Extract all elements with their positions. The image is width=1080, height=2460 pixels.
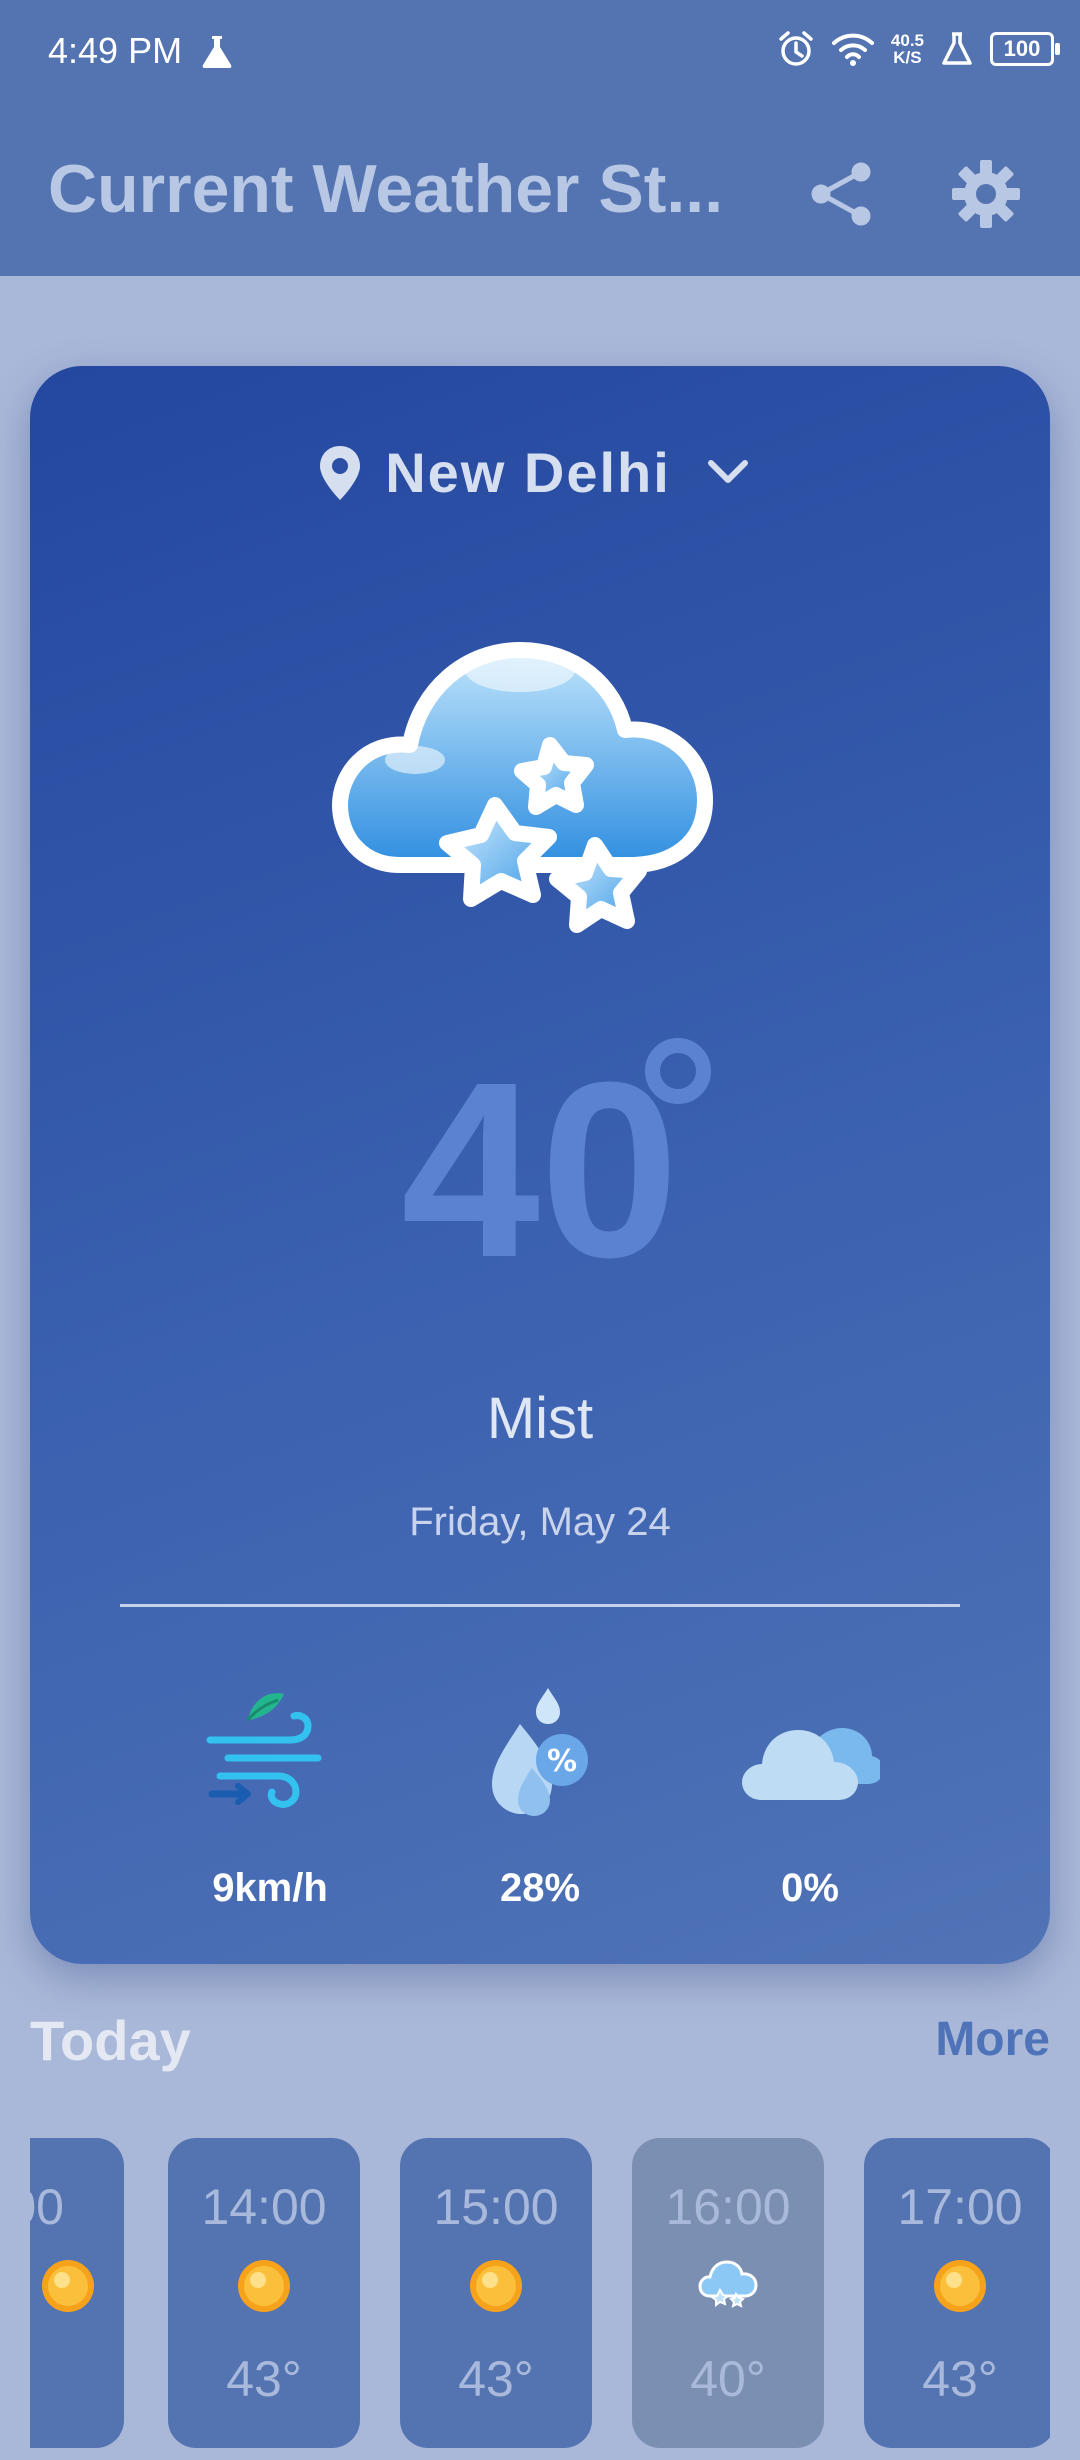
wifi-icon: [831, 33, 874, 66]
snow-cloud-icon: [332, 642, 713, 933]
today-heading: Today: [30, 2009, 191, 2072]
hour-temp: 43°: [458, 2351, 534, 2407]
divider: [120, 1604, 960, 1607]
hour-card[interactable]: 14:00 43°: [168, 2138, 360, 2448]
wind-speed: 9km/h: [212, 1866, 328, 1910]
wind-icon: [206, 1693, 322, 1808]
settings-button[interactable]: [948, 156, 1024, 232]
sun-icon: [470, 2260, 522, 2312]
lab-flask-icon: [202, 36, 232, 68]
hour-card[interactable]: :00 2°: [30, 2138, 124, 2448]
current-date: Friday, May 24: [409, 1500, 671, 1544]
page-title: Current Weather St...: [48, 151, 724, 227]
gear-icon: [952, 160, 1020, 228]
sun-icon: [42, 2260, 94, 2312]
more-link[interactable]: More: [935, 2012, 1050, 2067]
hour-time: 14:00: [201, 2179, 327, 2235]
speed-value: 40.5: [890, 31, 924, 50]
hour-card[interactable]: 17:00 43°: [864, 2138, 1050, 2448]
cloud-icon: [742, 1728, 880, 1800]
hour-time: 16:00: [665, 2179, 791, 2235]
hour-time: 17:00: [897, 2179, 1023, 2235]
hour-time: :00: [30, 2179, 64, 2235]
sun-icon: [238, 2260, 290, 2312]
hour-temp: 43°: [226, 2351, 302, 2407]
battery-indicator: 100: [990, 32, 1060, 66]
hourly-forecast-list[interactable]: :00 2° 14:00 43° 15:00 43° 16:00 40° 17:…: [30, 2138, 1050, 2460]
app-bar: 4:49 PM 40.5 K/S 100 Current Weather St.…: [0, 0, 1080, 276]
svg-text:%: %: [547, 1744, 577, 1779]
sun-icon: [934, 2260, 986, 2312]
degree-symbol: [645, 1038, 711, 1104]
humidity-icon: %: [492, 1688, 588, 1816]
hour-card[interactable]: 15:00 43°: [400, 2138, 592, 2448]
hour-temp: 2°: [30, 2350, 124, 2408]
location-name: New Delhi: [385, 441, 671, 504]
hour-temp: 43°: [922, 2351, 998, 2407]
snow-cloud-icon: [698, 2260, 758, 2308]
location-pin-icon: [320, 445, 361, 500]
hour-temp: 40°: [690, 2351, 766, 2407]
status-icons: 40.5 K/S 100: [777, 30, 1060, 68]
hour-card-selected[interactable]: 16:00 40°: [632, 2138, 824, 2448]
network-speed: 40.5 K/S: [891, 32, 924, 66]
alarm-icon: [779, 31, 813, 66]
speed-unit: K/S: [893, 48, 922, 67]
current-temperature: 40: [400, 1030, 680, 1309]
chevron-down-icon: [707, 459, 748, 483]
lab-triangle-icon: [942, 32, 972, 65]
status-time: 4:49 PM: [48, 30, 183, 71]
share-icon: [811, 162, 871, 226]
cloudiness-value: 0%: [781, 1866, 839, 1910]
location-selector[interactable]: New Delhi: [0, 440, 1080, 505]
hour-time: 15:00: [433, 2179, 559, 2235]
share-button[interactable]: [805, 158, 877, 230]
weather-condition: Mist: [486, 1386, 594, 1451]
humidity-value: 28%: [499, 1866, 581, 1910]
